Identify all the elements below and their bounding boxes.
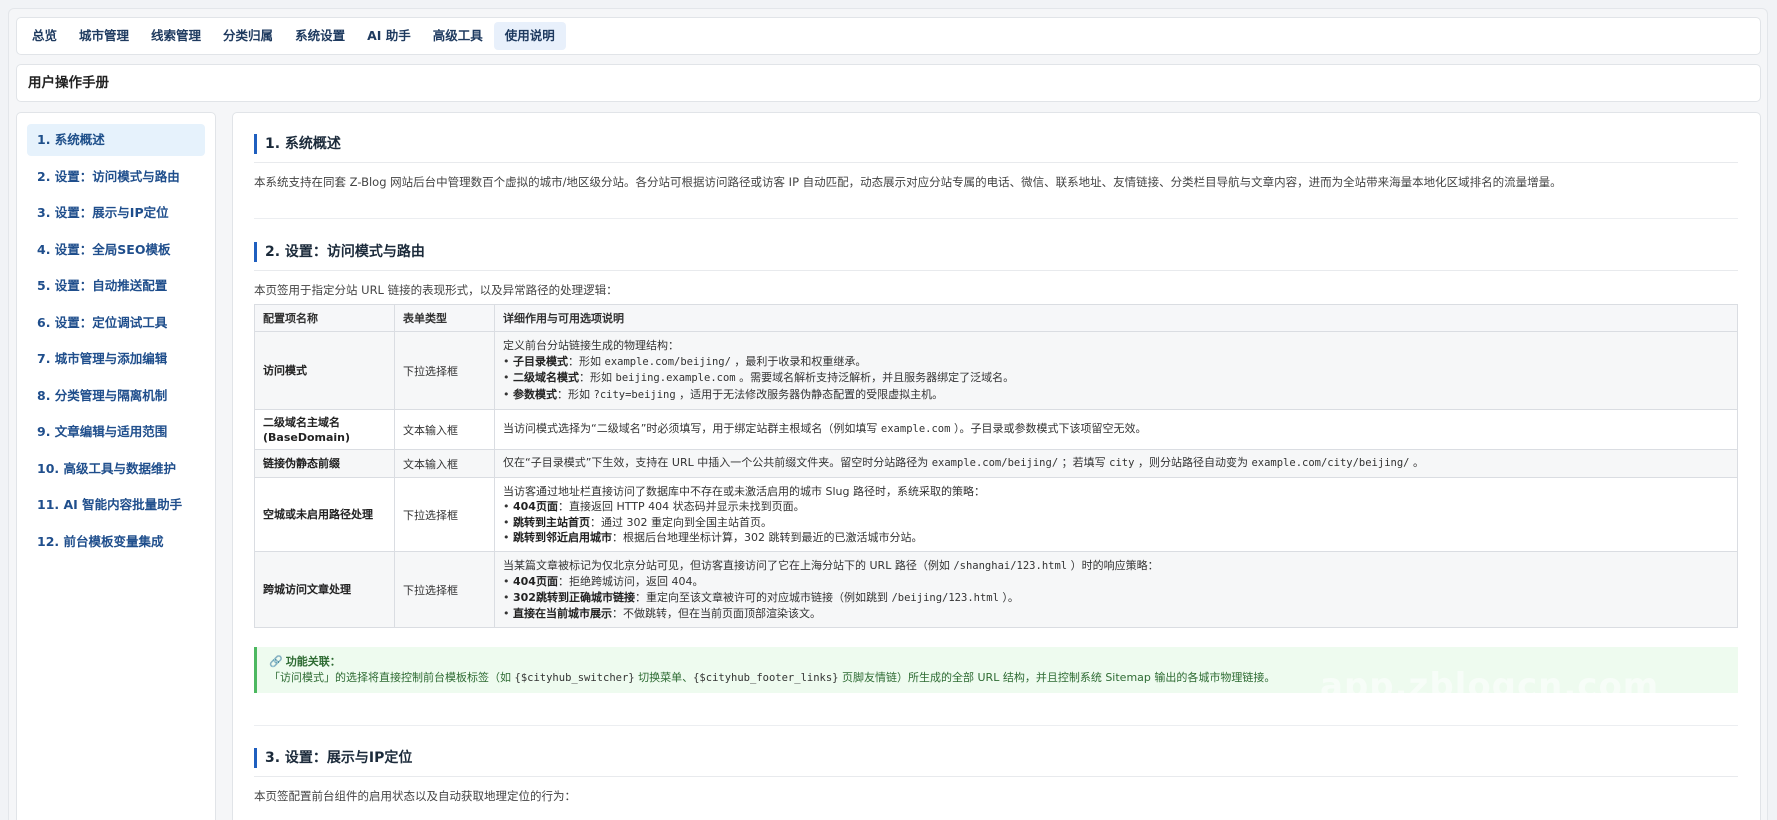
form-type: 文本输入框 <box>394 449 495 478</box>
sidebar-item-display-ip[interactable]: 3. 设置：展示与IP定位 <box>27 197 205 229</box>
link-icon: 🔗 <box>269 655 283 668</box>
column-header: 详细作用与可用选项说明 <box>494 304 1738 332</box>
detail-bullet: • 直接在当前城市展示：不做跳转，但在当前页面顶部渲染该文。 <box>503 607 821 620</box>
form-type: 文本输入框 <box>394 409 495 450</box>
config-detail: 当访问模式选择为“二级域名”时必须填写，用于绑定站群主根域名（例如填写 exam… <box>494 409 1738 450</box>
page-title: 用户操作手册 <box>16 64 1761 102</box>
detail-bullet: • 跳转到主站首页：通过 302 重定向到全国主站首页。 <box>503 515 772 529</box>
form-type: 下拉选择框 <box>394 551 495 628</box>
section-separator <box>254 725 1738 726</box>
sidebar-item-city-management[interactable]: 7. 城市管理与添加编辑 <box>27 343 205 375</box>
config-detail: 当某篇文章被标记为仅北京分站可见，但访客直接访问了它在上海分站下的 URL 路径… <box>494 551 1738 628</box>
sidebar-item-ai-batch[interactable]: 11. AI 智能内容批量助手 <box>27 489 205 521</box>
section-title: 3. 设置：展示与IP定位 <box>254 748 1738 768</box>
detail-intro: 定义前台分站链接生成的物理结构： <box>503 339 679 352</box>
section-divider <box>254 270 1738 271</box>
detail-bullet: • 二级域名模式：形如 beijing.example.com 。需要域名解析支… <box>503 371 1015 384</box>
table-header-row: 配置项名称 表单类型 详细作用与可用选项说明 <box>254 304 1738 332</box>
sidebar-item-template-vars[interactable]: 12. 前台模板变量集成 <box>27 526 205 558</box>
table-row: 跨城访问文章处理 下拉选择框 当某篇文章被标记为仅北京分站可见，但访客直接访问了… <box>254 551 1738 628</box>
config-name: 跨城访问文章处理 <box>254 551 395 628</box>
main-content: 1. 系统概述 本系统支持在同套 Z-Blog 网站后台中管理数百个虚拟的城市/… <box>232 112 1761 820</box>
sidebar-item-seo-template[interactable]: 4. 设置：全局SEO模板 <box>27 234 205 266</box>
config-detail: 当访客通过地址栏直接访问了数据库中不存在或未激活启用的城市 Slug 路径时，系… <box>494 477 1738 552</box>
config-name: 二级域名主域名 (BaseDomain) <box>254 409 395 450</box>
config-detail: 定义前台分站链接生成的物理结构： • 子目录模式：形如 example.com/… <box>494 331 1738 410</box>
detail-bullet: • 子目录模式：形如 example.com/beijing/ ，最利于收录和权… <box>503 354 867 368</box>
tab-ai-assistant[interactable]: AI 助手 <box>356 22 422 50</box>
form-type: 下拉选择框 <box>394 331 495 410</box>
section-title: 2. 设置：访问模式与路由 <box>254 242 1738 262</box>
table-row: 链接伪静态前缀 文本输入框 仅在“子目录模式”下生效，支持在 URL 中插入一个… <box>254 449 1738 478</box>
section-divider <box>254 776 1738 777</box>
table-row: 空城或未启用路径处理 下拉选择框 当访客通过地址栏直接访问了数据库中不存在或未激… <box>254 477 1738 552</box>
detail-intro: 当某篇文章被标记为仅北京分站可见，但访客直接访问了它在上海分站下的 URL 路径… <box>503 558 1159 572</box>
section-display-ip: 3. 设置：展示与IP定位 本页签配置前台组件的启用状态以及自动获取地理定位的行… <box>254 748 1738 805</box>
detail-bullet: • 404页面：拒绝跨城访问，返回 404。 <box>503 575 704 588</box>
sidebar-item-advanced-tools[interactable]: 10. 高级工具与数据维护 <box>27 453 205 485</box>
sidebar-item-access-mode[interactable]: 2. 设置：访问模式与路由 <box>27 161 205 193</box>
column-header: 表单类型 <box>394 304 495 332</box>
sidebar-item-article-scope[interactable]: 9. 文章编辑与适用范围 <box>27 416 205 448</box>
tab-system-settings[interactable]: 系统设置 <box>284 22 356 50</box>
detail-intro: 当访客通过地址栏直接访问了数据库中不存在或未激活启用的城市 Slug 路径时，系… <box>503 484 985 498</box>
table-row: 二级域名主域名 (BaseDomain) 文本输入框 当访问模式选择为“二级域名”… <box>254 409 1738 450</box>
watermark: app.zblogcn.com <box>1320 666 1660 706</box>
section-access-mode: 2. 设置：访问模式与路由 本页签用于指定分站 URL 链接的表现形式，以及异常… <box>254 242 1738 628</box>
sidebar-item-location-debug[interactable]: 6. 设置：定位调试工具 <box>27 307 205 339</box>
table-row: 访问模式 下拉选择框 定义前台分站链接生成的物理结构： • 子目录模式：形如 e… <box>254 331 1738 410</box>
tab-lead-management[interactable]: 线索管理 <box>140 22 212 50</box>
tab-overview[interactable]: 总览 <box>21 22 68 50</box>
sidebar-item-category-isolation[interactable]: 8. 分类管理与隔离机制 <box>27 380 205 412</box>
sidebar-toc: 1. 系统概述 2. 设置：访问模式与路由 3. 设置：展示与IP定位 4. 设… <box>16 112 216 820</box>
detail-bullet: • 参数模式：形如 ?city=beijing ，适用于无法修改服务器伪静态配置… <box>503 387 944 401</box>
tab-city-management[interactable]: 城市管理 <box>68 22 140 50</box>
config-name: 访问模式 <box>254 331 395 410</box>
detail-bullet: • 302跳转到正确城市链接：重定向至该文章被许可的对应城市链接（例如跳到 /b… <box>503 590 1019 604</box>
tab-advanced-tools[interactable]: 高级工具 <box>422 22 494 50</box>
top-nav: 总览 城市管理 线索管理 分类归属 系统设置 AI 助手 高级工具 使用说明 <box>16 17 1761 55</box>
sidebar-item-auto-push[interactable]: 5. 设置：自动推送配置 <box>27 270 205 302</box>
config-detail: 仅在“子目录模式”下生效，支持在 URL 中插入一个公共前缀文件夹。留空时分站路… <box>494 449 1738 478</box>
section-separator <box>254 218 1738 219</box>
form-type: 下拉选择框 <box>394 477 495 552</box>
section-system-overview: 1. 系统概述 本系统支持在同套 Z-Blog 网站后台中管理数百个虚拟的城市/… <box>254 134 1738 191</box>
config-name: 空城或未启用路径处理 <box>254 477 395 552</box>
detail-bullet: • 404页面：直接返回 HTTP 404 状态码并显示未找到页面。 <box>503 500 805 513</box>
section-description: 本页签用于指定分站 URL 链接的表现形式，以及异常路径的处理逻辑： <box>254 283 618 297</box>
sidebar-item-system-overview[interactable]: 1. 系统概述 <box>27 124 205 156</box>
tab-category-assignment[interactable]: 分类归属 <box>212 22 284 50</box>
config-table: 配置项名称 表单类型 详细作用与可用选项说明 访问模式 下拉选择框 定义前台分站… <box>254 304 1738 628</box>
tab-usage-guide[interactable]: 使用说明 <box>493 22 566 50</box>
section-divider <box>254 162 1738 163</box>
section-title: 1. 系统概述 <box>254 134 1738 154</box>
section-description: 本页签配置前台组件的启用状态以及自动获取地理定位的行为： <box>254 789 576 803</box>
config-name: 链接伪静态前缀 <box>254 449 395 478</box>
column-header: 配置项名称 <box>254 304 395 332</box>
section-description: 本系统支持在同套 Z-Blog 网站后台中管理数百个虚拟的城市/地区级分站。各分… <box>254 175 1562 189</box>
detail-bullet: • 跳转到邻近启用城市：根据后台地理坐标计算，302 跳转到最近的已激活城市分站… <box>503 531 923 544</box>
